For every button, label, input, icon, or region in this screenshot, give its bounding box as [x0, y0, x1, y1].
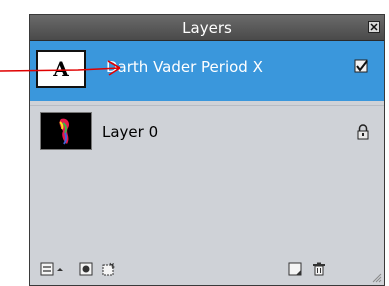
chevron-up-icon[interactable]	[56, 262, 64, 276]
panel-toolbar	[30, 255, 384, 285]
panel-title: Layers	[182, 19, 232, 37]
layer-options-icon[interactable]	[40, 262, 54, 276]
new-group-icon[interactable]	[101, 262, 115, 276]
new-mask-icon[interactable]	[79, 262, 93, 276]
panel-titlebar[interactable]: Layers	[30, 15, 384, 41]
annotation-arrow	[0, 60, 121, 76]
lock-icon[interactable]	[356, 124, 370, 140]
trash-icon[interactable]	[312, 262, 326, 276]
layer-name: Layer 0	[102, 123, 159, 141]
layer-row-image[interactable]: Layer 0	[30, 105, 384, 161]
close-icon[interactable]	[368, 21, 380, 33]
resize-grip-icon[interactable]	[370, 271, 382, 283]
image-layer-thumbnail	[40, 112, 92, 150]
new-layer-icon[interactable]	[288, 262, 302, 276]
check-icon[interactable]	[354, 59, 370, 75]
